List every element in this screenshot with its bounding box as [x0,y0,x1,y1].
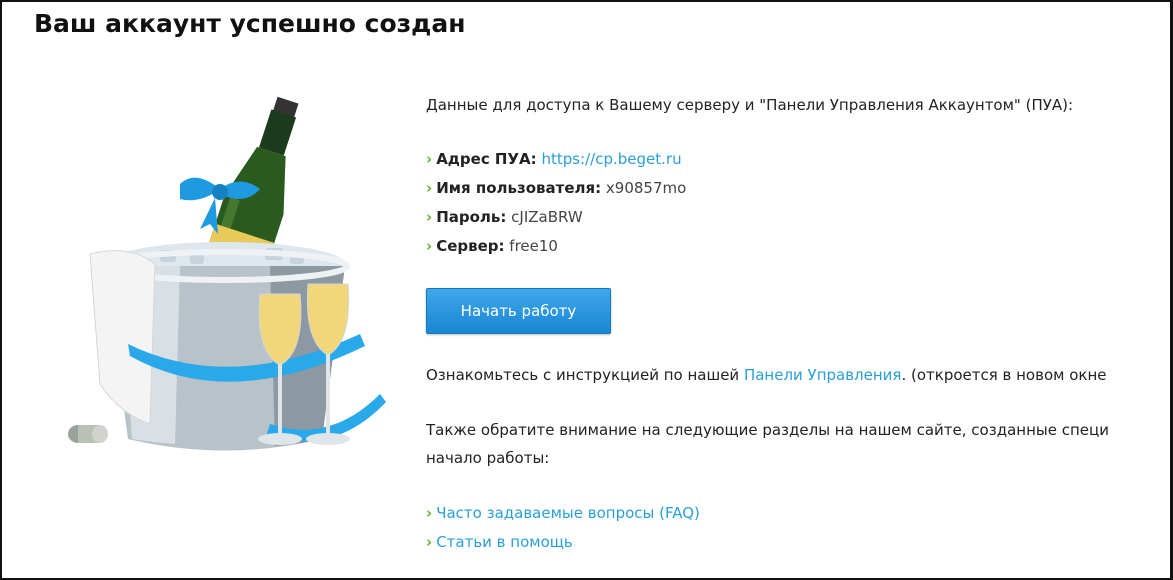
chevron-right-icon: › [426,533,433,551]
credential-row-password: › Пароль: cJIZaBRW [426,208,583,226]
credential-label: Адрес ПУА: [436,150,537,168]
articles-link-row: › Статьи в помощь [426,533,573,551]
sections-text-line2: начало работы: [426,449,550,467]
chevron-right-icon: › [426,504,433,522]
faq-link-row: › Часто задаваемые вопросы (FAQ) [426,504,700,522]
instruction-text: Ознакомьтесь с инструкцией по нашей Пане… [426,366,1107,384]
help-articles-link[interactable]: Статьи в помощь [436,533,573,551]
instruction-before: Ознакомьтесь с инструкцией по нашей [426,366,744,384]
username-value: x90857mo [605,179,687,197]
champagne-bucket-illustration [68,96,386,451]
password-value: cJIZaBRW [511,208,583,226]
credential-label: Сервер: [436,237,505,255]
sections-text-line1: Также обратите внимание на следующие раз… [426,421,1109,439]
credential-row-username: › Имя пользователя: x90857mo [426,179,686,197]
credential-label: Имя пользователя: [436,179,602,197]
intro-text: Данные для доступа к Вашему серверу и "П… [426,96,1074,114]
page-title: Ваш аккаунт успешно создан [34,9,466,38]
panel-address-link[interactable]: https://cp.beget.ru [541,150,681,168]
start-work-button[interactable]: Начать работу [426,288,611,334]
chevron-right-icon: › [426,208,433,226]
chevron-right-icon: › [426,179,433,197]
control-panel-link[interactable]: Панели Управления [744,366,902,384]
chevron-right-icon: › [426,237,433,255]
credential-label: Пароль: [436,208,507,226]
credential-row-panel-address: › Адрес ПУА: https://cp.beget.ru [426,150,682,168]
credential-row-server: › Сервер: free10 [426,237,558,255]
server-value: free10 [509,237,558,255]
cork-icon [68,425,108,443]
chevron-right-icon: › [426,150,433,168]
faq-link[interactable]: Часто задаваемые вопросы (FAQ) [436,504,700,522]
page-frame: Ваш аккаунт успешно создан Данные для до… [0,0,1173,580]
instruction-after: . (откроется в новом окне [901,366,1107,384]
